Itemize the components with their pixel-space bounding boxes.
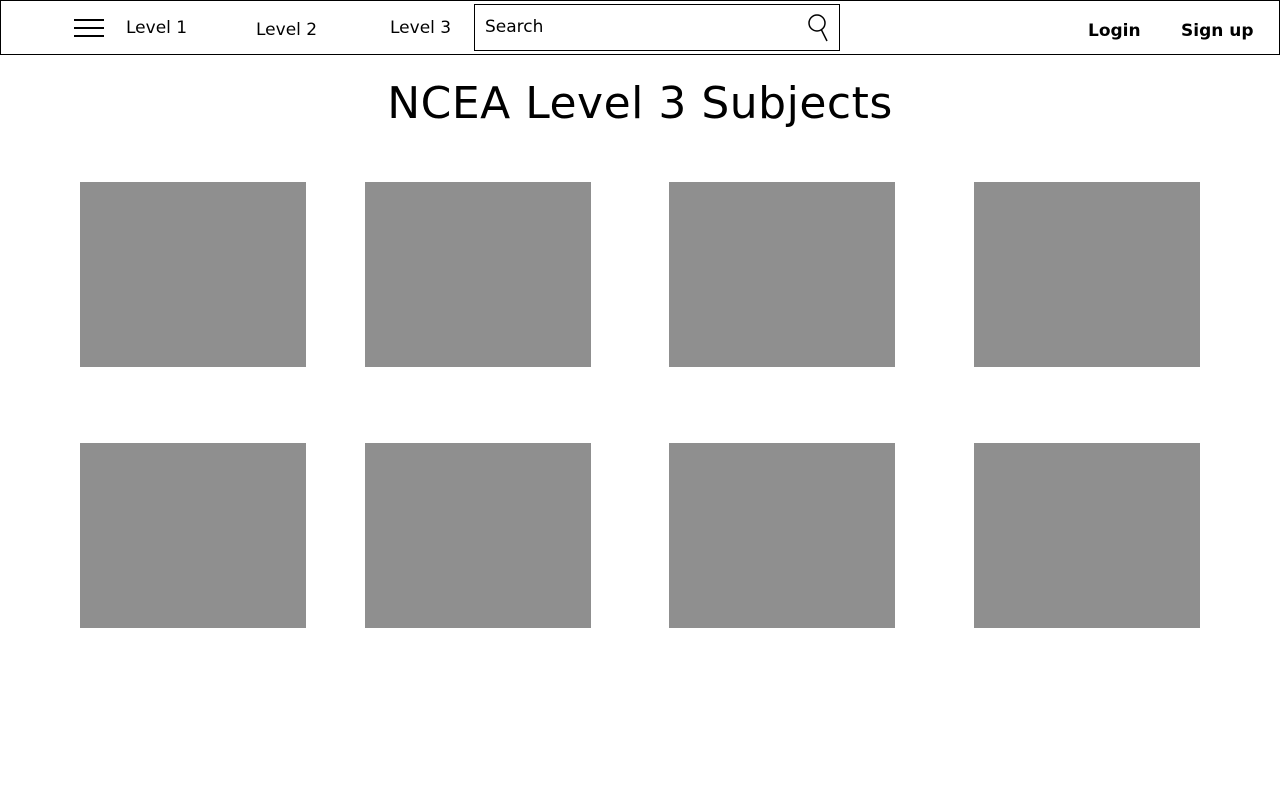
subject-tile[interactable] — [974, 182, 1200, 367]
search-box — [474, 4, 840, 51]
subject-tile[interactable] — [365, 443, 591, 628]
subject-tile[interactable] — [669, 443, 895, 628]
subject-tile[interactable] — [80, 443, 306, 628]
nav-link-level-2[interactable]: Level 2 — [256, 20, 317, 40]
nav-link-level-1[interactable]: Level 1 — [126, 18, 187, 38]
login-link[interactable]: Login — [1088, 21, 1141, 41]
subject-tile[interactable] — [974, 443, 1200, 628]
subject-tile[interactable] — [365, 182, 591, 367]
hamburger-menu-icon[interactable] — [74, 18, 104, 40]
nav-link-level-3[interactable]: Level 3 — [390, 18, 451, 38]
hamburger-line — [74, 19, 104, 21]
hamburger-line — [74, 27, 104, 29]
top-navbar: Level 1 Level 2 Level 3 Login Sign up — [0, 0, 1280, 55]
page-title: NCEA Level 3 Subjects — [387, 78, 893, 129]
subject-tile[interactable] — [669, 182, 895, 367]
hamburger-line — [74, 35, 104, 37]
search-input[interactable] — [485, 13, 795, 41]
signup-link[interactable]: Sign up — [1181, 21, 1254, 41]
subject-tile[interactable] — [80, 182, 306, 367]
search-icon[interactable] — [807, 13, 831, 43]
